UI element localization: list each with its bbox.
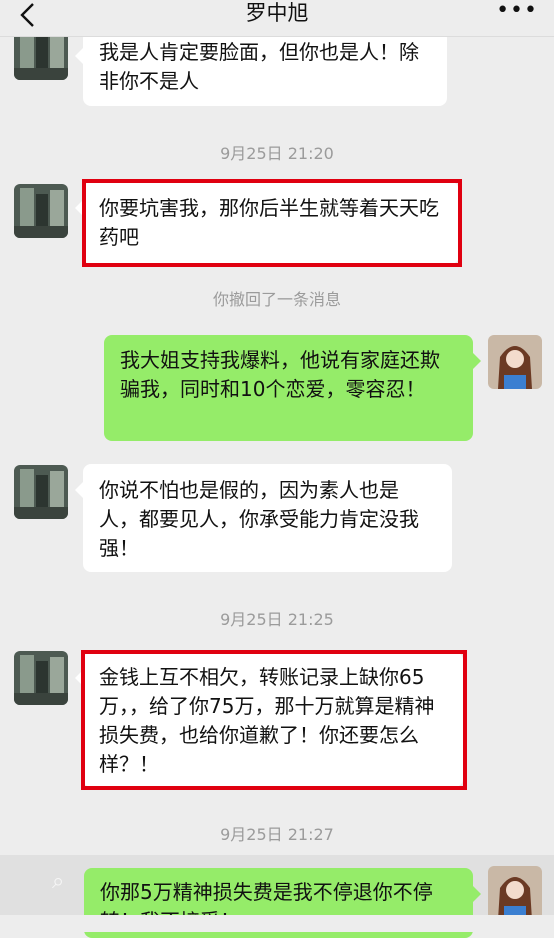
timestamp: 9月25日 21:20 — [220, 144, 334, 163]
message-bubble-incoming[interactable]: 我是人肯定要脸面，但你也是人！除非你不是人 — [75, 30, 447, 106]
chat-header: 罗中旭 ••• — [0, 0, 554, 37]
contact-avatar[interactable] — [14, 184, 68, 238]
message-bubble-incoming[interactable]: 你说不怕也是假的，因为素人也是人，都要见人，你承受能力肯定没我强！ — [75, 464, 452, 572]
message-bubble-incoming[interactable]: 金钱上互不相欠，转账记录上缺你65万，，给了你75万，那十万就算是精神损失费，也… — [75, 652, 463, 787]
message-text: 金钱上互不相欠，转账记录上缺你65万，，给了你75万，那十万就算是精神损失费，也… — [99, 665, 435, 776]
my-avatar[interactable] — [488, 866, 542, 920]
contact-avatar[interactable] — [14, 465, 68, 519]
magnifier-icon[interactable]: ⌕ — [52, 869, 64, 894]
contact-avatar[interactable] — [14, 651, 68, 705]
bottom-edge — [0, 915, 554, 932]
message-text: 我大姐支持我爆料，他说有家庭还欺骗我，同时和10个恋爱，零容忍！ — [120, 348, 440, 401]
message-text: 你说不怕也是假的，因为素人也是人，都要见人，你承受能力肯定没我强！ — [99, 478, 419, 560]
message-bubble-outgoing[interactable]: 我大姐支持我爆料，他说有家庭还欺骗我，同时和10个恋爱，零容忍！ — [104, 335, 481, 441]
timestamp: 9月25日 21:25 — [220, 610, 334, 629]
chat-title: 罗中旭 — [245, 1, 309, 25]
message-text: 我是人肯定要脸面，但你也是人！除非你不是人 — [99, 40, 419, 93]
my-avatar[interactable] — [488, 335, 542, 389]
more-icon[interactable]: ••• — [496, 0, 538, 22]
message-text: 你要坑害我，那你后半生就等着天天吃药吧 — [99, 196, 439, 249]
message-bubble-incoming[interactable]: 你要坑害我，那你后半生就等着天天吃药吧 — [75, 182, 459, 264]
recall-notice: 你撤回了一条消息 — [212, 290, 341, 309]
timestamp: 9月25日 21:27 — [220, 825, 334, 844]
